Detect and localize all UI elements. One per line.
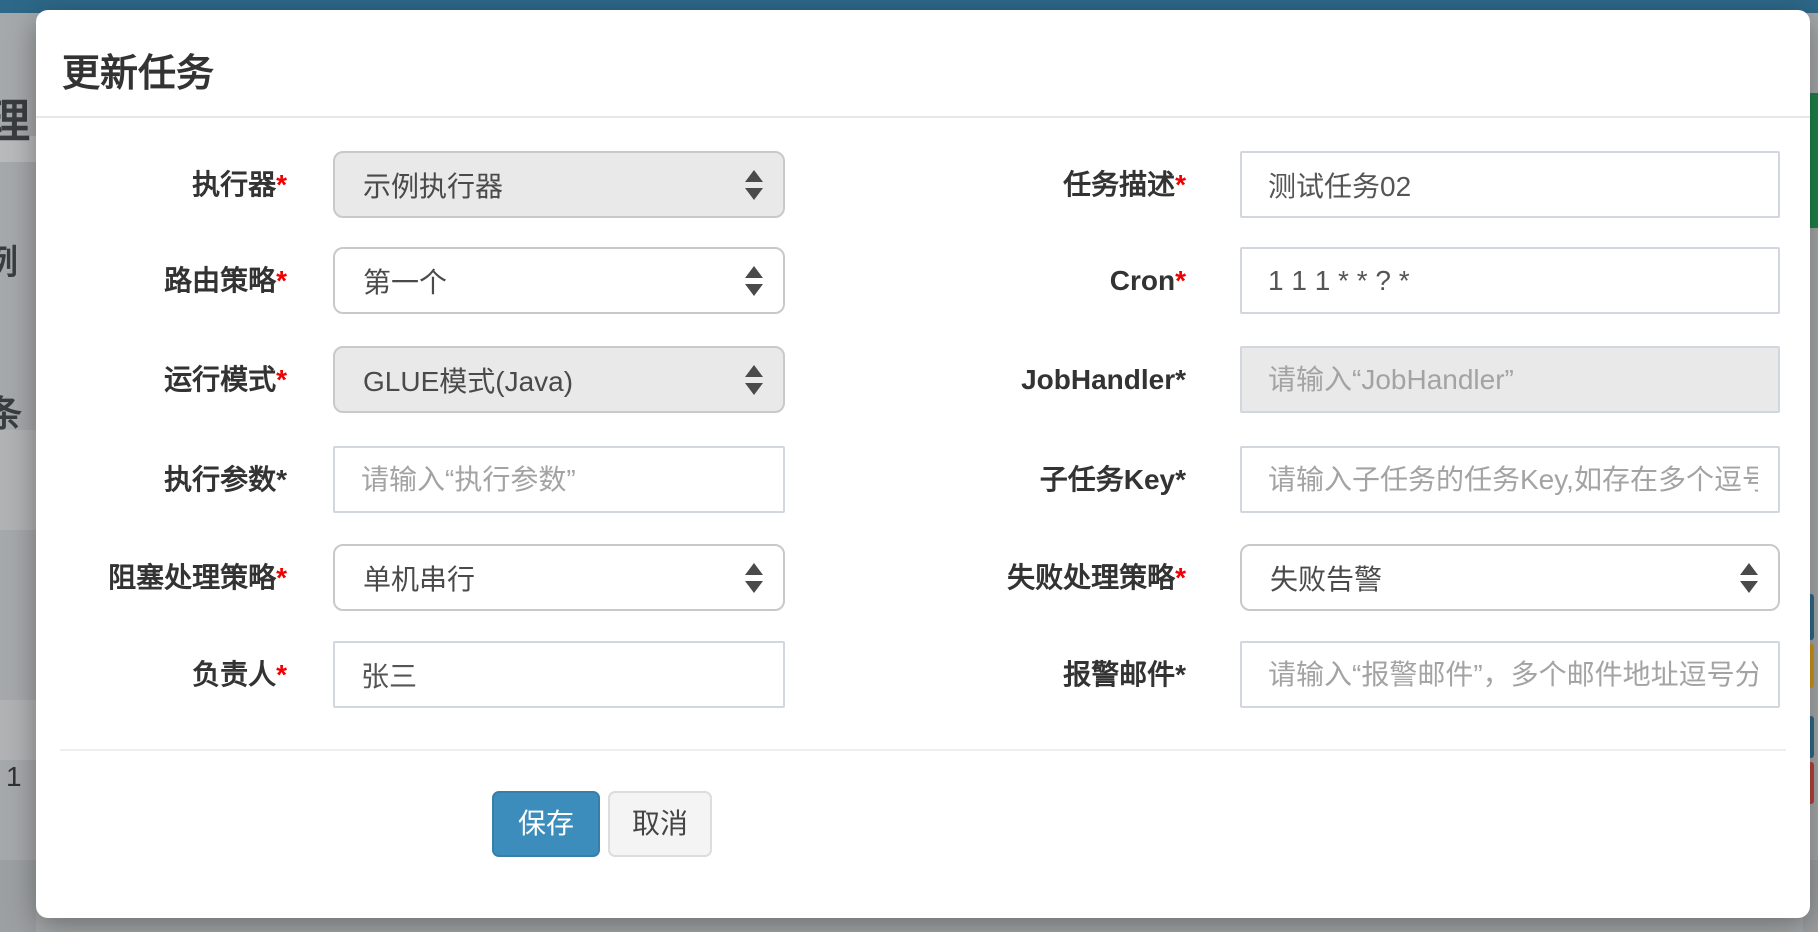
modal-header: 更新任务 bbox=[36, 10, 1810, 118]
background-row-band bbox=[0, 860, 36, 932]
form-row: 执行参数* 子任务Key* bbox=[36, 446, 1810, 513]
block-strategy-select[interactable]: 单机串行 bbox=[333, 544, 785, 611]
alarm-email-input[interactable] bbox=[1240, 641, 1780, 708]
exec-param-label: 执行参数* bbox=[60, 446, 287, 513]
modal-title: 更新任务 bbox=[62, 42, 214, 97]
child-jobkey-label: 子任务Key* bbox=[896, 446, 1186, 513]
select-arrows-icon bbox=[1740, 561, 1758, 595]
child-jobkey-input[interactable] bbox=[1240, 446, 1780, 513]
fail-strategy-label: 失败处理策略* bbox=[896, 544, 1186, 611]
glue-type-select: GLUE模式(Java) bbox=[333, 346, 785, 413]
cron-label: Cron* bbox=[896, 247, 1186, 314]
form-row: 执行器* 示例执行器 任务描述* bbox=[36, 151, 1810, 218]
jobhandler-input bbox=[1240, 346, 1780, 413]
required-asterisk: * bbox=[1175, 464, 1186, 495]
select-arrows-icon bbox=[745, 363, 763, 397]
author-input[interactable] bbox=[333, 641, 785, 708]
jobhandler-label: JobHandler* bbox=[896, 346, 1186, 413]
required-asterisk: * bbox=[276, 169, 287, 200]
select-arrows-icon bbox=[745, 264, 763, 298]
block-strategy-label: 阻塞处理策略* bbox=[60, 544, 287, 611]
form-row: 运行模式* GLUE模式(Java) JobHandler* bbox=[36, 346, 1810, 413]
select-arrows-icon bbox=[745, 561, 763, 595]
background-text-fragment: 理 bbox=[0, 85, 30, 151]
required-asterisk: * bbox=[276, 464, 287, 495]
glue-type-label: 运行模式* bbox=[60, 346, 287, 413]
save-button[interactable]: 保存 bbox=[492, 791, 600, 857]
required-asterisk: * bbox=[1175, 169, 1186, 200]
route-strategy-label: 路由策略* bbox=[60, 247, 287, 314]
backdrop-left-strip: 理 例 条 1 bbox=[0, 13, 36, 932]
required-asterisk: * bbox=[276, 562, 287, 593]
fail-strategy-select[interactable]: 失败告警 bbox=[1240, 544, 1780, 611]
form-row: 负责人* 报警邮件* bbox=[36, 641, 1810, 708]
required-asterisk: * bbox=[276, 659, 287, 690]
executor-label: 执行器* bbox=[60, 151, 287, 218]
background-text-fragment: 条 bbox=[0, 385, 22, 437]
executor-select: 示例执行器 bbox=[333, 151, 785, 218]
required-asterisk: * bbox=[1175, 659, 1186, 690]
required-asterisk: * bbox=[1175, 364, 1186, 395]
required-asterisk: * bbox=[276, 364, 287, 395]
cancel-button[interactable]: 取消 bbox=[608, 791, 712, 857]
background-row-band bbox=[0, 430, 36, 530]
required-asterisk: * bbox=[1175, 562, 1186, 593]
background-row-band bbox=[0, 700, 36, 760]
cron-input[interactable] bbox=[1240, 247, 1780, 314]
exec-param-input[interactable] bbox=[333, 446, 785, 513]
alarm-email-label: 报警邮件* bbox=[896, 641, 1186, 708]
background-text-fragment: 例 bbox=[0, 235, 18, 284]
job-desc-input[interactable] bbox=[1240, 151, 1780, 218]
background-green-badge bbox=[1810, 135, 1818, 228]
background-page-number: 1 bbox=[6, 761, 22, 793]
job-desc-label: 任务描述* bbox=[896, 151, 1186, 218]
form-row: 路由策略* 第一个 Cron* bbox=[36, 247, 1810, 314]
author-label: 负责人* bbox=[60, 641, 287, 708]
form-row: 阻塞处理策略* 单机串行 失败处理策略* 失败告警 bbox=[36, 544, 1810, 611]
required-asterisk: * bbox=[276, 265, 287, 296]
update-task-modal: 更新任务 执行器* 示例执行器 任务描述* 路由策略* 第一个 Cron* bbox=[36, 10, 1810, 918]
select-arrows-icon bbox=[745, 168, 763, 202]
route-strategy-select[interactable]: 第一个 bbox=[333, 247, 785, 314]
form-divider bbox=[60, 749, 1786, 751]
required-asterisk: * bbox=[1175, 265, 1186, 296]
